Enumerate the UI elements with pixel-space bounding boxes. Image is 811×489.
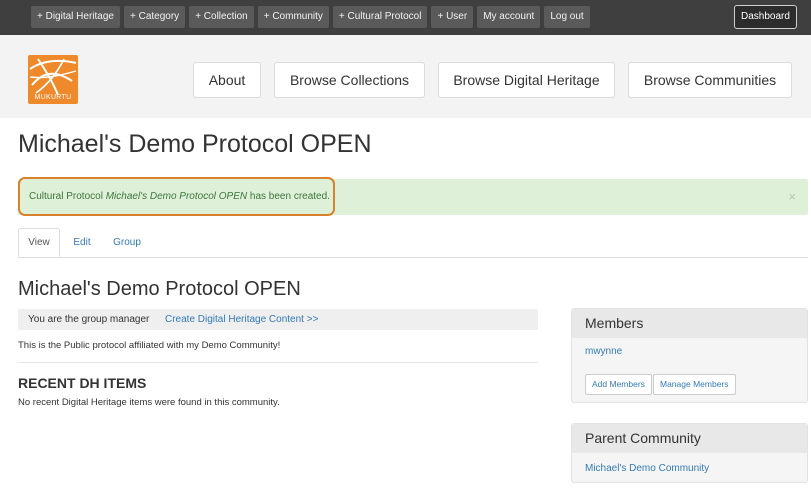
manage-members-button[interactable]: Manage Members bbox=[653, 374, 736, 395]
content-title: Michael's Demo Protocol OPEN bbox=[18, 278, 301, 300]
admin-toolbar: + Digital Heritage + Category + Collecti… bbox=[0, 0, 811, 35]
parent-community-panel: Parent Community Michael's Demo Communit… bbox=[571, 423, 808, 483]
protocol-description: This is the Public protocol affiliated w… bbox=[18, 340, 281, 351]
member-link[interactable]: mwynne bbox=[585, 346, 622, 357]
add-community-button[interactable]: + Community bbox=[257, 6, 329, 28]
parent-community-title: Parent Community bbox=[572, 424, 807, 453]
add-cultural-protocol-button[interactable]: + Cultural Protocol bbox=[332, 6, 428, 28]
mukurtu-logo[interactable]: MUKURTU bbox=[28, 55, 78, 104]
annotation-highlight bbox=[18, 177, 335, 216]
group-manager-text: You are the group manager bbox=[28, 314, 150, 325]
nav-browse-communities[interactable]: Browse Communities bbox=[628, 62, 792, 98]
tab-group[interactable]: Group bbox=[106, 228, 148, 257]
content-divider bbox=[18, 362, 538, 363]
site-header: MUKURTU About Browse Collections Browse … bbox=[0, 35, 811, 118]
page-title: Michael's Demo Protocol OPEN bbox=[18, 130, 372, 158]
recent-dh-items-heading: RECENT DH ITEMS bbox=[18, 375, 147, 391]
nav-browse-collections[interactable]: Browse Collections bbox=[274, 62, 425, 98]
add-members-button[interactable]: Add Members bbox=[585, 374, 652, 395]
nav-about[interactable]: About bbox=[193, 62, 261, 98]
parent-community-link[interactable]: Michael's Demo Community bbox=[585, 463, 709, 474]
log-out-button[interactable]: Log out bbox=[544, 6, 590, 28]
add-user-button[interactable]: + User bbox=[431, 6, 474, 28]
add-collection-button[interactable]: + Collection bbox=[189, 6, 254, 28]
add-category-button[interactable]: + Category bbox=[123, 6, 186, 28]
recent-dh-empty-text: No recent Digital Heritage items were fo… bbox=[18, 397, 280, 408]
tab-view[interactable]: View bbox=[18, 228, 60, 257]
logo-text: MUKURTU bbox=[34, 94, 72, 101]
group-info-bar: You are the group manager Create Digital… bbox=[18, 309, 538, 330]
tab-edit[interactable]: Edit bbox=[64, 228, 100, 257]
admin-menu: + Digital Heritage + Category + Collecti… bbox=[31, 6, 590, 28]
add-digital-heritage-button[interactable]: + Digital Heritage bbox=[31, 6, 120, 28]
create-digital-heritage-link[interactable]: Create Digital Heritage Content >> bbox=[165, 314, 318, 325]
nav-browse-digital-heritage[interactable]: Browse Digital Heritage bbox=[438, 62, 615, 98]
content-tabs: View Edit Group bbox=[18, 228, 808, 258]
close-icon[interactable]: × bbox=[788, 189, 796, 204]
members-panel-title: Members bbox=[572, 309, 807, 338]
members-panel: Members mwynne Add Members Manage Member… bbox=[571, 308, 808, 403]
dashboard-button[interactable]: Dashboard bbox=[734, 5, 797, 29]
my-account-button[interactable]: My account bbox=[477, 6, 541, 28]
